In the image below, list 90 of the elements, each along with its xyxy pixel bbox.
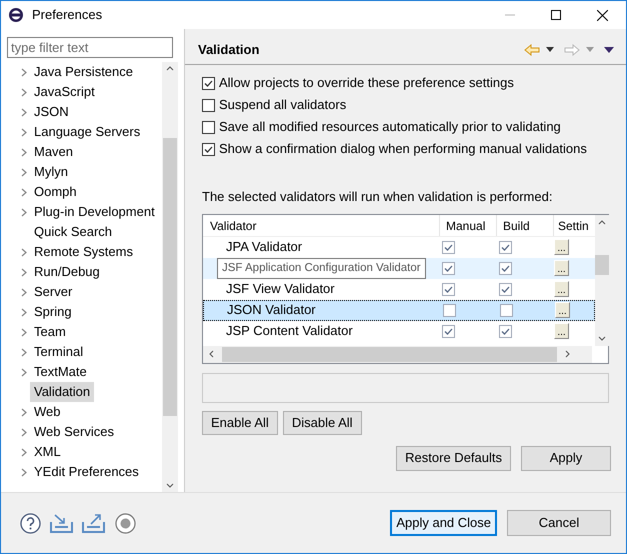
checkbox-label[interactable]: Show a confirmation dialog when performing manual validations <box>219 139 587 159</box>
window-title: Preferences <box>32 6 102 24</box>
scroll-thumb[interactable] <box>222 346 557 362</box>
settings-button[interactable]: ... <box>554 281 569 297</box>
tree-item[interactable]: Remote Systems <box>30 242 137 262</box>
settings-button[interactable]: ... <box>554 239 569 255</box>
tree-item[interactable]: Oomph <box>30 182 81 202</box>
table-row[interactable]: JPA Validator ... <box>203 236 595 258</box>
scroll-up-icon[interactable] <box>166 66 174 71</box>
checkbox[interactable] <box>442 282 455 296</box>
table-row[interactable]: JSON Validator ... <box>203 300 595 320</box>
scrollbar[interactable] <box>595 214 609 346</box>
tree-item[interactable]: JSON <box>30 102 73 122</box>
dialog-button[interactable]: Cancel <box>507 510 611 536</box>
tree-item[interactable]: Plug-in Development <box>30 202 159 222</box>
tree-item[interactable]: Run/Debug <box>30 262 104 282</box>
maximize-icon[interactable] <box>551 10 561 20</box>
help-icon[interactable] <box>20 512 41 534</box>
back-arrow-icon[interactable] <box>524 44 540 56</box>
tree-item[interactable]: Server <box>30 282 76 302</box>
view-menu-icon[interactable] <box>604 46 614 52</box>
checkbox-label[interactable]: Suspend all validators <box>219 95 346 115</box>
app-icon <box>8 7 24 23</box>
page-title: Validation <box>198 40 260 59</box>
checkbox[interactable] <box>442 324 455 338</box>
tree-item[interactable]: Team <box>30 322 70 342</box>
table-action-button[interactable]: Disable All <box>282 410 362 434</box>
export-icon[interactable] <box>82 513 105 533</box>
table-cell: JSF View Validator <box>226 281 335 296</box>
tree-item[interactable]: XML <box>30 442 65 462</box>
column-header[interactable]: Build <box>496 214 553 236</box>
dialog-button[interactable]: Apply and Close <box>390 510 497 536</box>
checkbox[interactable] <box>500 304 513 316</box>
tree-item[interactable]: Quick Search <box>30 222 116 242</box>
checkbox[interactable] <box>443 304 456 316</box>
checkbox-label[interactable]: Save all modified resources automatically prior to validating <box>219 117 561 137</box>
scroll-down-icon[interactable] <box>166 483 174 488</box>
table-cell: JPA Validator <box>226 239 302 254</box>
tooltip: JSF Application Configuration Validator <box>217 258 426 278</box>
table-row[interactable]: JSF View Validator ... <box>203 278 595 300</box>
filter-field[interactable]: type filter text <box>7 37 173 58</box>
tree-item[interactable]: Web <box>30 402 64 422</box>
checkbox[interactable] <box>499 262 512 274</box>
checkbox[interactable] <box>202 120 215 134</box>
tree-item[interactable]: Web Services <box>30 422 118 442</box>
import-icon[interactable] <box>50 513 73 533</box>
scroll-thumb[interactable] <box>163 138 177 416</box>
tree-item[interactable]: Mylyn <box>30 162 72 182</box>
close-icon[interactable] <box>597 10 608 20</box>
tree-item[interactable]: Terminal <box>30 342 88 362</box>
dropdown-icon[interactable] <box>546 47 554 52</box>
table-cell: JSON Validator <box>227 302 316 318</box>
settings-button[interactable]: ... <box>554 260 569 276</box>
checkbox-label[interactable]: Allow projects to override these preference settings <box>219 73 514 93</box>
scroll-thumb[interactable] <box>595 255 609 275</box>
scroll-right-icon[interactable] <box>565 350 570 358</box>
tree-item[interactable]: Language Servers <box>30 122 144 142</box>
tree-item[interactable]: Validation <box>30 382 94 402</box>
tree-item[interactable]: YEdit Preferences <box>30 462 143 482</box>
scrollbar[interactable] <box>162 62 178 492</box>
tree-item[interactable]: Java Persistence <box>30 62 137 82</box>
table-row[interactable]: JSP Content Validator ... <box>203 320 595 342</box>
settings-button[interactable]: ... <box>554 323 569 339</box>
checkbox[interactable] <box>202 142 215 156</box>
column-header[interactable]: Manual <box>439 214 496 236</box>
checkbox[interactable] <box>202 98 215 112</box>
scroll-up-icon[interactable] <box>598 220 606 224</box>
column-header[interactable]: Validator <box>203 214 439 236</box>
checkbox[interactable] <box>499 240 512 254</box>
record-icon[interactable] <box>115 512 136 534</box>
checkbox[interactable] <box>442 262 455 274</box>
page-button[interactable]: Restore Defaults <box>396 446 511 470</box>
checkbox[interactable] <box>202 76 215 90</box>
settings-button[interactable]: ... <box>555 302 570 318</box>
checkbox[interactable] <box>499 324 512 338</box>
table-action-button[interactable]: Enable All <box>202 410 278 434</box>
horizontal-scrollbar[interactable] <box>203 346 592 362</box>
scroll-down-icon[interactable] <box>598 336 606 340</box>
scroll-left-icon[interactable] <box>209 350 214 358</box>
tree-item[interactable]: TextMate <box>30 362 91 382</box>
forward-arrow-icon[interactable] <box>564 44 580 56</box>
page-button[interactable]: Apply <box>521 446 611 470</box>
checkbox[interactable] <box>442 240 455 254</box>
tree-item[interactable]: Spring <box>30 302 76 322</box>
table-caption: The selected validators will run when validation is performed: <box>202 188 554 206</box>
tree-item[interactable]: Maven <box>30 142 78 162</box>
column-header[interactable]: Settin <box>553 214 593 236</box>
tree-item[interactable]: JavaScript <box>30 82 99 102</box>
checkbox[interactable] <box>499 282 512 296</box>
table-cell: JSP Content Validator <box>226 323 353 338</box>
